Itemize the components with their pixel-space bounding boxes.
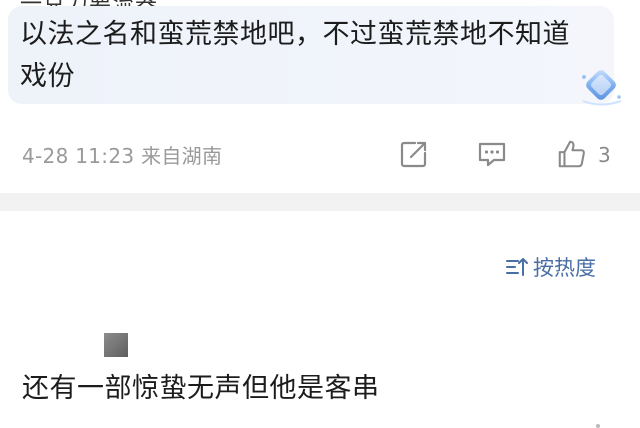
sort-icon	[506, 258, 528, 276]
comment-text: 还有一部惊蛰无声但他是客串	[22, 373, 380, 404]
scroll-indicator	[596, 424, 600, 428]
share-icon[interactable]	[398, 138, 430, 170]
avatar[interactable]	[104, 333, 128, 357]
diamond-badge-icon	[582, 70, 622, 106]
comment-location: 来自湖南	[141, 144, 223, 168]
like-icon[interactable]	[555, 138, 589, 170]
comment-icon[interactable]	[476, 138, 508, 170]
comment-text: 以法之名和蛮荒禁地吧，不过蛮荒禁地不知道戏份	[20, 19, 570, 92]
sort-by-hot-button[interactable]: 按热度	[505, 252, 596, 282]
sort-label: 按热度	[533, 256, 596, 280]
like-count: 3	[598, 143, 611, 167]
comment-meta: 4-28 11:23 来自湖南	[22, 140, 222, 169]
section-divider	[0, 193, 640, 211]
comment-feed: 一克力要流器 以法之名和蛮荒禁地吧，不过蛮荒禁地不知道戏份 4-28 11:23…	[0, 0, 640, 428]
comment-date: 4-28 11:23	[22, 144, 135, 168]
